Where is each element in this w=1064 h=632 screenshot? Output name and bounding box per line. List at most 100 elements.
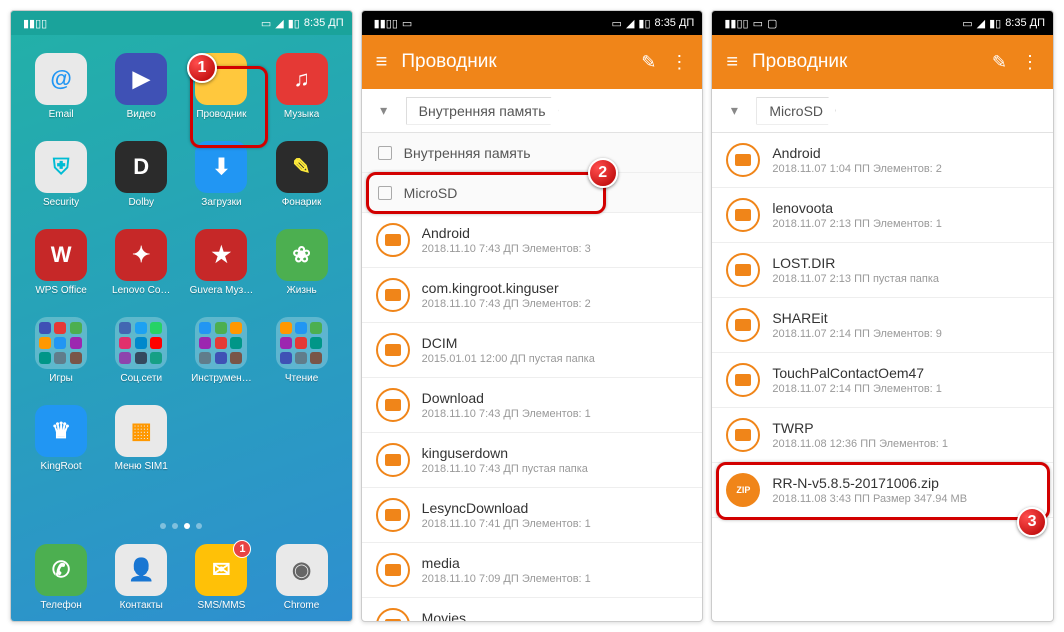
edit-icon[interactable]: ✎ xyxy=(641,52,656,73)
file-meta: 2018.11.08 3:43 ПП Размер 347.94 MB xyxy=(772,493,1039,505)
app-security[interactable]: ⛨ Security xyxy=(21,141,101,225)
app-label: Dolby xyxy=(128,197,154,208)
app-icon: ★ xyxy=(195,229,247,281)
file-row-folder[interactable]: Android2018.11.07 1:04 ПП Элементов: 2 xyxy=(712,133,1053,188)
phone-file-manager-sd: ▮▮▯▯ ▭ ▢ ▭ ◢ ▮▯ 8:35 ДП ≡ Проводник ✎ ⋮ … xyxy=(711,10,1054,622)
battery-icon: ▮▯ xyxy=(989,17,1001,30)
home-background: ▮▮▯▯ ▭ ◢ ▮▯ 8:35 ДП @Email▶Видео Проводни… xyxy=(11,11,352,621)
file-row-folder[interactable]: LesyncDownload2018.11.10 7:41 ДП Элемент… xyxy=(362,488,703,543)
file-name: lenovoota xyxy=(772,200,1039,216)
file-row-folder[interactable]: DCIM2015.01.01 12:00 ДП пустая папка xyxy=(362,323,703,378)
file-info: Android2018.11.10 7:43 ДП Элементов: 3 xyxy=(422,225,689,255)
file-row-folder[interactable]: LOST.DIR2018.11.07 2:13 ПП пустая папка xyxy=(712,243,1053,298)
app-email[interactable]: @Email xyxy=(21,53,101,137)
app-icon: ✆ xyxy=(35,544,87,596)
file-meta: 2018.11.10 7:41 ДП Элементов: 1 xyxy=(422,518,689,530)
wifi-icon: ◢ xyxy=(977,17,985,30)
more-icon[interactable]: ⋮ xyxy=(1021,52,1039,73)
sdcard-storage-icon xyxy=(378,186,392,200)
sdcard-icon: ▭ xyxy=(962,17,972,30)
file-name: DCIM xyxy=(422,335,689,351)
app-icon xyxy=(195,317,247,369)
app-sms-mms[interactable]: ✉1SMS/MMS xyxy=(195,544,247,611)
file-info: RR-N-v5.8.5-20171006.zip2018.11.08 3:43 … xyxy=(772,475,1039,505)
breadcrumb-internal[interactable]: Внутренняя память xyxy=(406,97,559,125)
app-label: Фонарик xyxy=(282,197,322,208)
app-chrome[interactable]: ◉Chrome xyxy=(276,544,328,611)
file-info: LOST.DIR2018.11.07 2:13 ПП пустая папка xyxy=(772,255,1039,285)
breadcrumb-sd[interactable]: MicroSD xyxy=(756,97,836,125)
app-игры[interactable]: Игры xyxy=(21,317,101,401)
app-загрузки[interactable]: ⬇Загрузки xyxy=(181,141,261,225)
signal-icon: ▮▮▯▯ xyxy=(23,17,47,30)
step-badge-2: 2 xyxy=(588,158,618,188)
app-icon: ⛨ xyxy=(35,141,87,193)
file-row-folder[interactable]: Download2018.11.10 7:43 ДП Элементов: 1 xyxy=(362,378,703,433)
hamburger-icon[interactable]: ≡ xyxy=(376,51,388,74)
app-label: Загрузки xyxy=(201,197,241,208)
file-row-folder[interactable]: kinguserdown2018.11.10 7:43 ДП пустая па… xyxy=(362,433,703,488)
app-label: Телефон xyxy=(40,600,81,611)
app-телефон[interactable]: ✆ Телефон xyxy=(35,544,87,611)
phone-file-manager-internal: ▮▮▯▯ ▭ ▭ ◢ ▮▯ 8:35 ДП ≡ Проводник ✎ ⋮ ▾ … xyxy=(361,10,704,622)
folder-icon xyxy=(376,553,410,587)
step-badge-1: 1 xyxy=(187,53,217,83)
app-label: Музыка xyxy=(284,109,319,120)
file-name: LOST.DIR xyxy=(772,255,1039,271)
app-label: Меню SIM1 xyxy=(115,461,168,472)
app-icon: ♫ xyxy=(276,53,328,105)
sdcard-icon: ▭ xyxy=(612,17,622,30)
app-чтение[interactable]: Чтение xyxy=(262,317,342,401)
file-row-folder[interactable]: com.kingroot.kinguser2018.11.10 7:43 ДП … xyxy=(362,268,703,323)
dock: ✆ Телефон 👤Контакты ✉1SMS/MMS ◉Chrome xyxy=(11,540,352,621)
folder-icon xyxy=(726,253,760,287)
file-row-folder[interactable]: SHAREit2018.11.07 2:14 ПП Элементов: 9 xyxy=(712,298,1053,353)
app-icon: ◉ xyxy=(276,544,328,596)
file-name: Android xyxy=(422,225,689,241)
app-жизнь[interactable]: ❀Жизнь xyxy=(262,229,342,313)
app-label: Lenovo Co… xyxy=(112,285,170,296)
app-icon: ✎ xyxy=(276,141,328,193)
app-инструмен-[interactable]: Инструмен… xyxy=(181,317,261,401)
more-icon[interactable]: ⋮ xyxy=(670,52,688,73)
folder-icon xyxy=(726,418,760,452)
app-icon: ▶ xyxy=(115,53,167,105)
edit-icon[interactable]: ✎ xyxy=(992,52,1007,73)
file-row-folder[interactable]: lenovoota2018.11.07 2:13 ПП Элементов: 1 xyxy=(712,188,1053,243)
app-wps-office[interactable]: WWPS Office xyxy=(21,229,101,313)
folder-icon xyxy=(726,143,760,177)
file-row-folder[interactable]: media2018.11.10 7:09 ДП Элементов: 1 xyxy=(362,543,703,598)
sim-icon: ▭ xyxy=(402,17,412,30)
app-label: KingRoot xyxy=(41,461,82,472)
file-name: com.kingroot.kinguser xyxy=(422,280,689,296)
app-label: Security xyxy=(43,197,79,208)
file-row-zip[interactable]: ZIPRR-N-v5.8.5-20171006.zip2018.11.08 3:… xyxy=(712,463,1053,518)
app-label: Проводник xyxy=(196,109,246,120)
file-info: TouchPalContactOem472018.11.07 2:14 ПП Э… xyxy=(772,365,1039,395)
app-lenovo-co-[interactable]: ✦Lenovo Co… xyxy=(101,229,181,313)
app-контакты[interactable]: 👤Контакты xyxy=(115,544,167,611)
file-row-folder[interactable]: TWRP2018.11.08 12:36 ПП Элементов: 1 xyxy=(712,408,1053,463)
expand-icon[interactable]: ▾ xyxy=(362,102,406,119)
hamburger-icon[interactable]: ≡ xyxy=(726,51,738,74)
app-icon: W xyxy=(35,229,87,281)
app-видео[interactable]: ▶Видео xyxy=(101,53,181,137)
app-kingroot[interactable]: ♛KingRoot xyxy=(21,405,101,489)
app-dolby[interactable]: DDolby xyxy=(101,141,181,225)
app-музыка[interactable]: ♫ Музыка xyxy=(262,53,342,137)
storage-microsd[interactable]: MicroSD xyxy=(362,173,703,213)
app-guvera-муз-[interactable]: ★Guvera Муз… xyxy=(181,229,261,313)
file-info: kinguserdown2018.11.10 7:43 ДП пустая па… xyxy=(422,445,689,475)
file-row-folder[interactable]: Movies2015.01.01 12:00 ДП пустая папка xyxy=(362,598,703,622)
file-row-folder[interactable]: Android2018.11.10 7:43 ДП Элементов: 3 xyxy=(362,213,703,268)
app-соц-сети[interactable]: Соц.сети xyxy=(101,317,181,401)
notification-icon: ▢ xyxy=(767,17,777,30)
file-row-folder[interactable]: TouchPalContactOem472018.11.07 2:14 ПП Э… xyxy=(712,353,1053,408)
folder-icon xyxy=(376,443,410,477)
status-bar: ▮▮▯▯ ▭ ◢ ▮▯ 8:35 ДП xyxy=(11,11,352,35)
app-меню-sim1[interactable]: ▦Меню SIM1 xyxy=(101,405,181,489)
storage-internal[interactable]: Внутренняя память xyxy=(362,133,703,173)
app-label: Инструмен… xyxy=(191,373,252,384)
app-фонарик[interactable]: ✎ Фонарик xyxy=(262,141,342,225)
expand-icon[interactable]: ▾ xyxy=(712,102,756,119)
